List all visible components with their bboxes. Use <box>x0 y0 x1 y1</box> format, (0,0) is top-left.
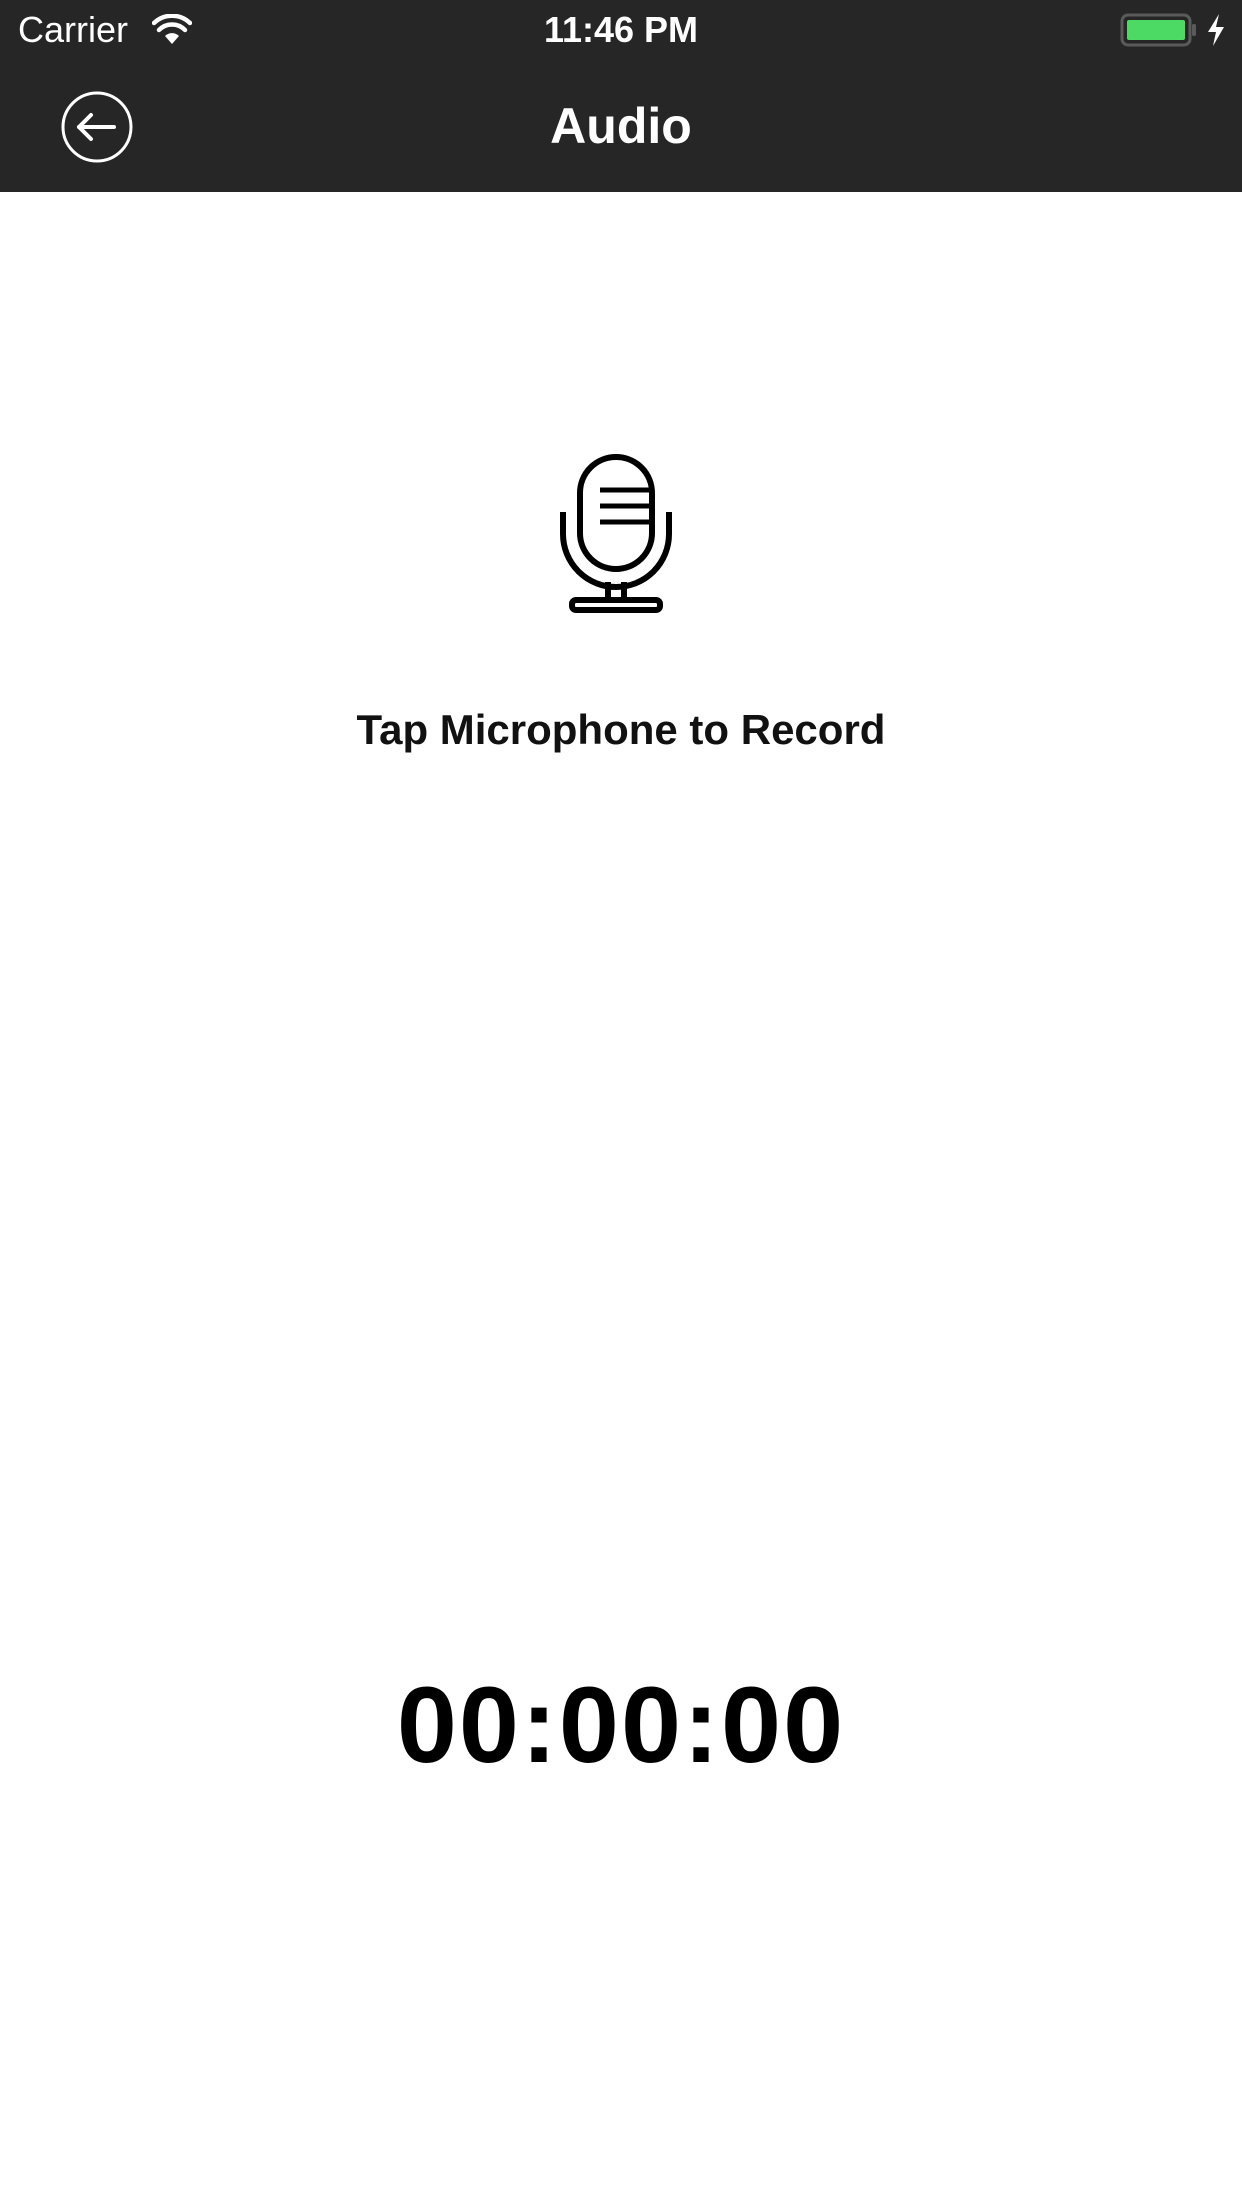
record-prompt: Tap Microphone to Record <box>356 706 886 753</box>
record-microphone-button[interactable] <box>560 452 672 614</box>
page-title: Audio <box>550 98 692 154</box>
microphone-icon <box>560 454 672 613</box>
navigation-bar: Audio <box>0 60 1242 192</box>
status-clock: 11:46 PM <box>543 9 699 50</box>
recording-timer: 00:00:00 <box>396 1664 846 1785</box>
charging-bolt-icon <box>1208 14 1224 46</box>
status-bar: Carrier 11:46 PM <box>0 0 1242 60</box>
battery-icon <box>1120 13 1196 47</box>
top-bar: Carrier 11:46 PM Audio <box>0 0 1242 192</box>
